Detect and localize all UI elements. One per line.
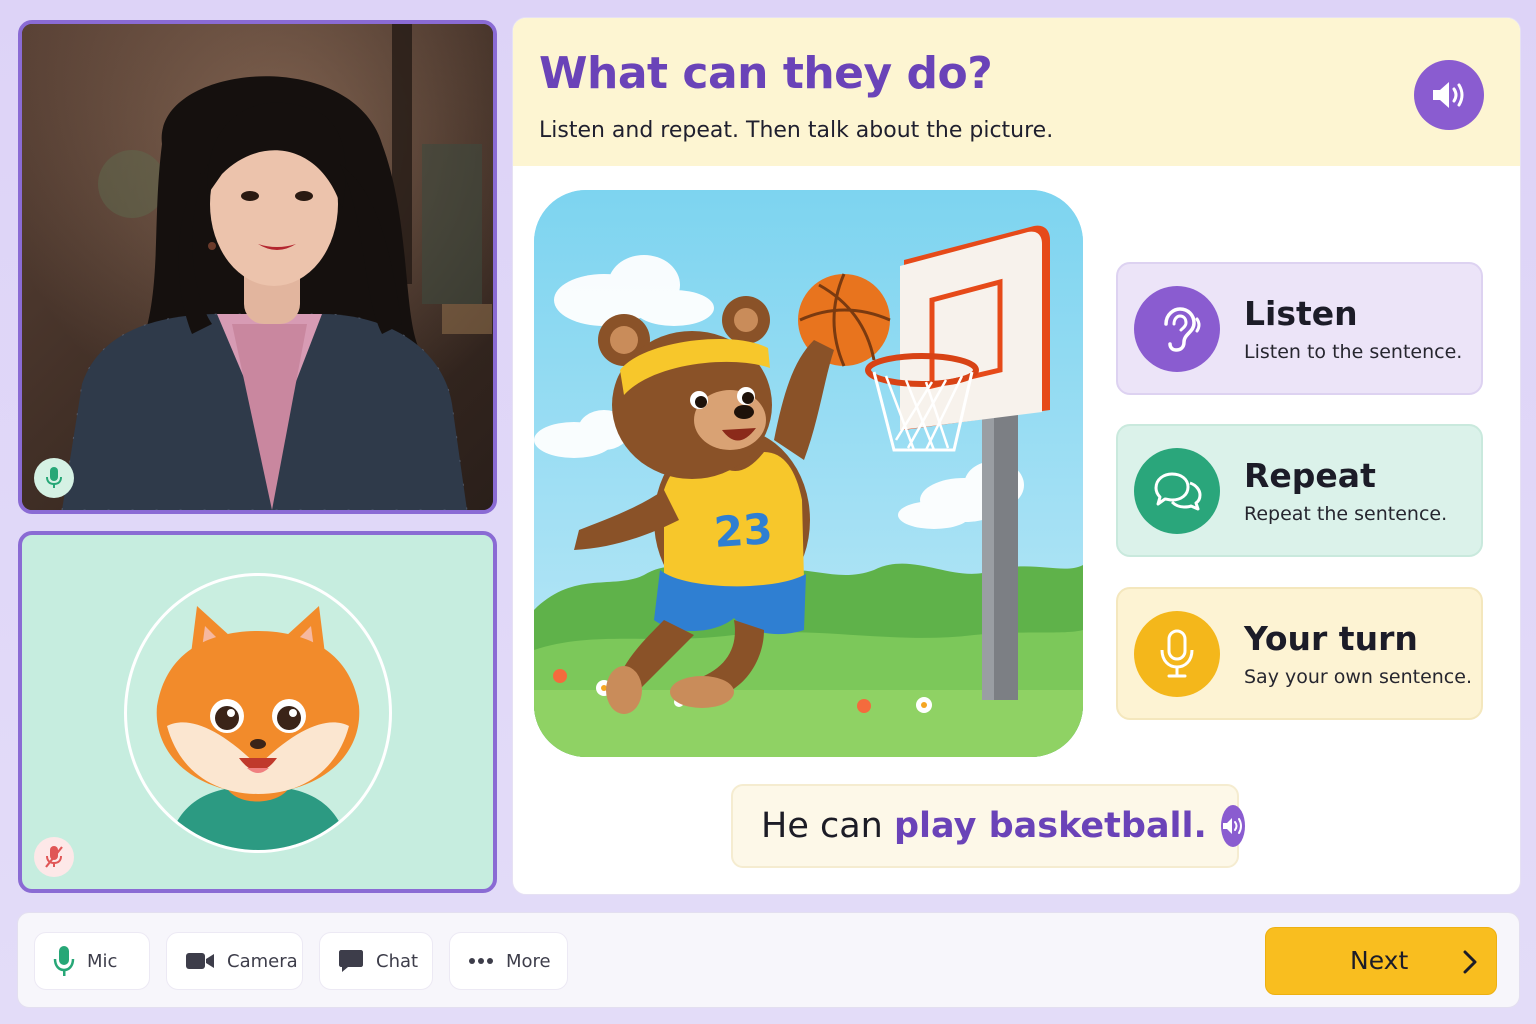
play-audio-button[interactable] — [1414, 60, 1484, 130]
teacher-video-tile[interactable] — [18, 20, 497, 514]
camera-button[interactable]: Camera — [166, 932, 303, 990]
bottom-toolbar: Mic Camera Chat More Next — [17, 912, 1520, 1008]
step-desc-your-turn: Say your own sentence. — [1244, 666, 1472, 688]
more-button[interactable]: More — [449, 932, 568, 990]
chat-label: Chat — [376, 950, 419, 972]
chat-bubble-icon — [339, 950, 363, 972]
lesson-instructions: Listen and repeat. Then talk about the p… — [539, 118, 1054, 143]
lesson-header: What can they do? Listen and repeat. The… — [513, 18, 1520, 166]
camera-label: Camera — [227, 950, 298, 972]
bear-basketball-illustration — [534, 190, 1083, 757]
mic-label: Mic — [87, 950, 118, 972]
student-mic-status — [34, 837, 74, 877]
mic-icon — [53, 946, 75, 976]
more-dots-icon — [469, 958, 493, 964]
step-title-repeat: Repeat — [1244, 456, 1376, 495]
teacher-mic-status — [34, 458, 74, 498]
mic-off-icon — [45, 846, 63, 868]
chat-bubbles-icon — [1154, 472, 1202, 510]
sentence-text: He can play basketball. — [761, 806, 1207, 846]
ear-icon — [1164, 306, 1201, 352]
step-title-listen: Listen — [1244, 294, 1358, 333]
step-card-your-turn[interactable]: Your turn Say your own sentence. — [1116, 587, 1483, 720]
step-icon-listen — [1134, 285, 1220, 372]
lesson-illustration: 23 — [534, 190, 1083, 757]
chevron-right-icon — [1463, 950, 1477, 974]
more-label: More — [506, 950, 551, 972]
step-icon-repeat — [1134, 447, 1220, 534]
step-card-listen[interactable]: Listen Listen to the sentence. — [1116, 262, 1483, 395]
jersey-number: 23 — [712, 504, 775, 557]
lesson-title: What can they do? — [539, 48, 993, 99]
next-label: Next — [1350, 946, 1409, 975]
fox-avatar-icon — [156, 606, 360, 850]
model-sentence: He can play basketball. — [731, 784, 1245, 868]
step-card-repeat[interactable]: Repeat Repeat the sentence. — [1116, 424, 1483, 557]
video-camera-icon — [186, 953, 214, 969]
step-icon-your-turn — [1134, 610, 1220, 697]
teacher-video-feed — [22, 24, 493, 510]
step-title-your-turn: Your turn — [1244, 619, 1418, 658]
sentence-audio-button[interactable] — [1220, 805, 1245, 847]
mic-on-icon — [46, 467, 62, 488]
chat-button[interactable]: Chat — [319, 932, 433, 990]
sentence-highlight: play basketball. — [893, 806, 1207, 846]
lesson-panel: What can they do? Listen and repeat. The… — [512, 17, 1521, 895]
fox-avatar — [124, 573, 392, 853]
sentence-prefix: He can — [761, 806, 894, 846]
step-desc-listen: Listen to the sentence. — [1244, 341, 1463, 363]
student-video-tile[interactable] — [18, 531, 497, 893]
step-desc-repeat: Repeat the sentence. — [1244, 503, 1448, 525]
mic-button[interactable]: Mic — [34, 932, 150, 990]
microphone-icon — [1160, 629, 1194, 677]
speaker-icon — [1433, 82, 1464, 108]
speaker-icon — [1222, 818, 1242, 834]
next-button[interactable]: Next — [1265, 927, 1497, 995]
